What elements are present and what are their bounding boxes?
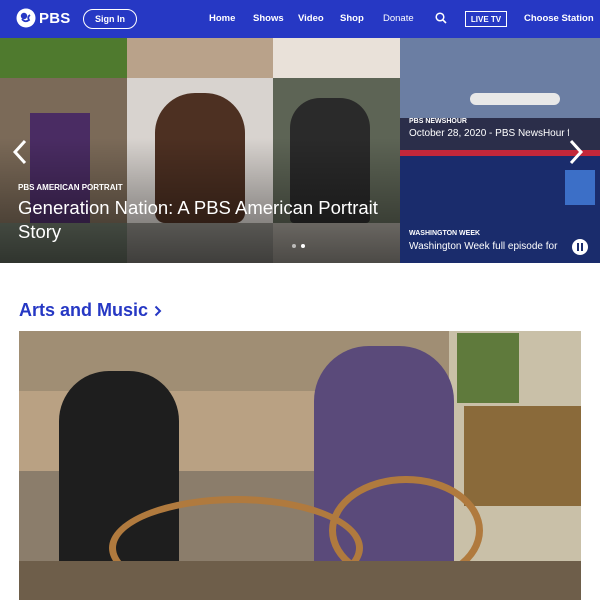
wall-shelf xyxy=(464,406,581,506)
card-kicker: WASHINGTON WEEK xyxy=(409,230,481,237)
pbs-logo[interactable]: PBS xyxy=(16,8,70,28)
chevron-left-icon[interactable] xyxy=(11,138,29,166)
workbench xyxy=(19,561,581,600)
card-photo-screen xyxy=(565,170,595,205)
site-header: PBS Sign In Home Shows Video Shop Donate… xyxy=(0,0,600,38)
live-tv-button[interactable]: LIVE TV xyxy=(465,11,507,27)
news-card-newshour[interactable]: PBS NEWSHOUR October 28, 2020 - PBS News… xyxy=(400,38,600,150)
collage-photo xyxy=(0,38,127,78)
caption-badge-icon xyxy=(572,239,588,255)
nav-shows[interactable]: Shows xyxy=(253,13,284,24)
hero-kicker: PBS AMERICAN PORTRAIT xyxy=(18,183,123,192)
nav-donate[interactable]: Donate xyxy=(383,13,414,24)
chevron-right-icon[interactable] xyxy=(567,138,585,166)
wall-painting xyxy=(457,333,519,403)
hero-carousel: PBS AMERICAN PORTRAIT Generation Nation:… xyxy=(0,38,600,263)
hero-main-slide[interactable]: PBS AMERICAN PORTRAIT Generation Nation:… xyxy=(0,38,400,263)
hero-title[interactable]: Generation Nation: A PBS American Portra… xyxy=(18,196,398,244)
pbs-logo-icon xyxy=(16,8,36,28)
section-title: Arts and Music xyxy=(19,300,149,320)
arts-feature-image[interactable] xyxy=(19,331,581,600)
carousel-dots xyxy=(292,244,305,248)
section-heading-arts-and-music[interactable]: Arts and Music xyxy=(19,300,162,321)
choose-station-button[interactable]: Choose Station xyxy=(524,13,594,24)
nav-home[interactable]: Home xyxy=(209,13,235,24)
collage-photo xyxy=(127,38,273,78)
card-text: October 28, 2020 - PBS NewsHour fu... xyxy=(409,128,569,139)
news-card-washington-week[interactable]: WASHINGTON WEEK Washington Week full epi… xyxy=(400,150,600,263)
nav-video[interactable]: Video xyxy=(298,13,324,24)
card-photo-plane xyxy=(470,93,560,105)
search-icon[interactable] xyxy=(435,12,447,24)
nav-shop[interactable]: Shop xyxy=(340,13,364,24)
card-kicker: PBS NEWSHOUR xyxy=(409,118,467,125)
carousel-dot-active[interactable] xyxy=(301,244,305,248)
logo-text: PBS xyxy=(39,9,71,27)
chevron-right-icon xyxy=(154,305,162,316)
collage-photo xyxy=(273,38,400,78)
carousel-dot[interactable] xyxy=(292,244,296,248)
sign-in-button[interactable]: Sign In xyxy=(83,9,137,29)
card-text: Washington Week full episode for xyxy=(409,241,558,252)
